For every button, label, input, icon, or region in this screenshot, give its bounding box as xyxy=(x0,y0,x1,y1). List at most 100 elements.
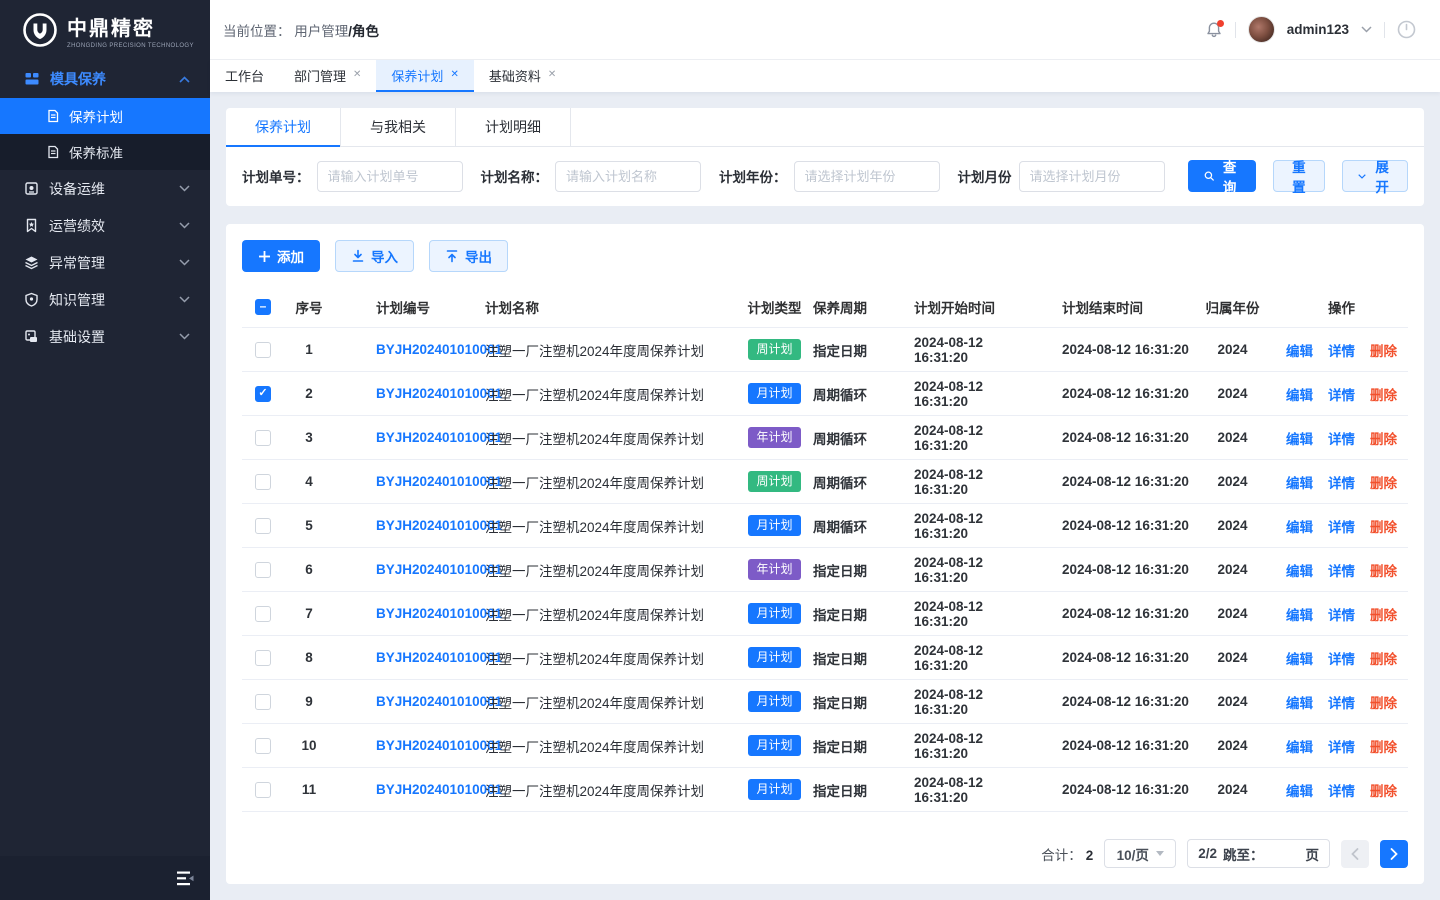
delete-link[interactable]: 删除 xyxy=(1370,472,1397,492)
row-actions: 编辑详情删除 xyxy=(1275,780,1408,800)
edit-link[interactable]: 编辑 xyxy=(1286,560,1313,580)
detail-link[interactable]: 详情 xyxy=(1328,736,1355,756)
plan-code-link[interactable]: BYJH202401010001 xyxy=(376,694,502,709)
delete-link[interactable]: 删除 xyxy=(1370,692,1397,712)
sidebar-items: 设备运维运营绩效异常管理知识管理基础设置 xyxy=(0,170,210,355)
plan-code-link[interactable]: BYJH202401010001 xyxy=(376,474,502,489)
row-checkbox[interactable] xyxy=(255,694,271,710)
prev-page-button[interactable] xyxy=(1341,840,1369,868)
delete-link[interactable]: 删除 xyxy=(1370,648,1397,668)
plan-code-link[interactable]: BYJH202401010001 xyxy=(376,342,502,357)
delete-link[interactable]: 删除 xyxy=(1370,560,1397,580)
row-checkbox[interactable] xyxy=(255,474,271,490)
user-menu-chevron-icon[interactable] xyxy=(1361,26,1372,33)
edit-link[interactable]: 编辑 xyxy=(1286,516,1313,536)
reset-button[interactable]: 重置 xyxy=(1273,160,1326,192)
expand-filters-button[interactable]: 展开 xyxy=(1342,160,1408,192)
search-button[interactable]: 查询 xyxy=(1188,160,1256,192)
detail-link[interactable]: 详情 xyxy=(1328,692,1355,712)
notifications-button[interactable] xyxy=(1205,21,1223,39)
plan-code-link[interactable]: BYJH202401010001 xyxy=(376,738,502,753)
plan-type-badge: 周计划 xyxy=(748,471,800,492)
row-checkbox[interactable] xyxy=(255,606,271,622)
delete-link[interactable]: 删除 xyxy=(1370,604,1397,624)
delete-link[interactable]: 删除 xyxy=(1370,340,1397,360)
detail-link[interactable]: 详情 xyxy=(1328,472,1355,492)
edit-link[interactable]: 编辑 xyxy=(1286,472,1313,492)
edit-link[interactable]: 编辑 xyxy=(1286,648,1313,668)
row-checkbox[interactable]: ✓ xyxy=(255,386,271,402)
detail-link[interactable]: 详情 xyxy=(1328,384,1355,404)
filter-input-1[interactable] xyxy=(317,161,463,192)
row-checkbox[interactable] xyxy=(255,430,271,446)
filter-input-3[interactable] xyxy=(794,161,940,192)
open-tab-4[interactable]: 基础资料✕ xyxy=(474,60,571,92)
edit-link[interactable]: 编辑 xyxy=(1286,780,1313,800)
panel-tab-2[interactable]: 与我相关 xyxy=(341,108,456,146)
plan-code-link[interactable]: BYJH202401010001 xyxy=(376,518,502,533)
sidebar-item-2[interactable]: 运营绩效 xyxy=(0,207,210,244)
next-page-button[interactable] xyxy=(1380,840,1408,868)
edit-link[interactable]: 编辑 xyxy=(1286,604,1313,624)
plan-code-link[interactable]: BYJH202401010001 xyxy=(376,606,502,621)
detail-link[interactable]: 详情 xyxy=(1328,428,1355,448)
collapse-sidebar-icon[interactable] xyxy=(177,871,195,886)
sidebar-group-label: 模具保养 xyxy=(50,69,106,89)
import-button[interactable]: 导入 xyxy=(335,240,414,272)
sidebar-subitem-2[interactable]: 保养标准 xyxy=(0,134,210,170)
detail-link[interactable]: 详情 xyxy=(1328,604,1355,624)
edit-link[interactable]: 编辑 xyxy=(1286,736,1313,756)
filter-input-2[interactable] xyxy=(555,161,701,192)
detail-link[interactable]: 详情 xyxy=(1328,648,1355,668)
close-tab-icon[interactable]: ✕ xyxy=(450,70,458,80)
row-checkbox[interactable] xyxy=(255,342,271,358)
edit-link[interactable]: 编辑 xyxy=(1286,384,1313,404)
delete-link[interactable]: 删除 xyxy=(1370,428,1397,448)
delete-link[interactable]: 删除 xyxy=(1370,384,1397,404)
detail-link[interactable]: 详情 xyxy=(1328,560,1355,580)
detail-link[interactable]: 详情 xyxy=(1328,780,1355,800)
edit-link[interactable]: 编辑 xyxy=(1286,340,1313,360)
open-tab-3[interactable]: 保养计划✕ xyxy=(376,60,473,92)
plan-code-link[interactable]: BYJH202401010001 xyxy=(376,782,502,797)
page-size-select[interactable]: 10/页 xyxy=(1104,839,1176,868)
filter-input-4[interactable] xyxy=(1019,161,1165,192)
delete-link[interactable]: 删除 xyxy=(1370,780,1397,800)
sidebar-subitem-1[interactable]: 保养计划 xyxy=(0,98,210,134)
export-button[interactable]: 导出 xyxy=(429,240,508,272)
detail-link[interactable]: 详情 xyxy=(1328,516,1355,536)
panel-tab-1[interactable]: 保养计划 xyxy=(226,108,341,146)
add-button[interactable]: 添加 xyxy=(242,240,320,272)
close-tab-icon[interactable]: ✕ xyxy=(548,70,556,80)
jump-page-input[interactable] xyxy=(1270,844,1300,864)
sidebar-item-4[interactable]: 知识管理 xyxy=(0,281,210,318)
plan-year: 2024 xyxy=(1190,650,1275,665)
edit-link[interactable]: 编辑 xyxy=(1286,428,1313,448)
user-avatar[interactable] xyxy=(1248,16,1275,43)
delete-link[interactable]: 删除 xyxy=(1370,736,1397,756)
delete-link[interactable]: 删除 xyxy=(1370,516,1397,536)
sidebar-item-5[interactable]: 基础设置 xyxy=(0,318,210,355)
plan-code-link[interactable]: BYJH202401010001 xyxy=(376,562,502,577)
logout-power-icon[interactable] xyxy=(1397,20,1416,39)
select-all-checkbox[interactable]: – xyxy=(255,299,271,315)
sidebar-item-3[interactable]: 异常管理 xyxy=(0,244,210,281)
sidebar-group-mold-maintenance[interactable]: 模具保养 xyxy=(0,60,210,98)
row-checkbox[interactable] xyxy=(255,518,271,534)
row-checkbox[interactable] xyxy=(255,562,271,578)
plan-code-link[interactable]: BYJH202401010001 xyxy=(376,650,502,665)
open-tab-1[interactable]: 工作台 xyxy=(210,60,279,92)
plus-icon xyxy=(258,250,271,263)
start-time: 2024-08-12 16:31:20 xyxy=(890,511,1038,541)
row-checkbox[interactable] xyxy=(255,650,271,666)
plan-code-link[interactable]: BYJH202401010001 xyxy=(376,430,502,445)
row-checkbox[interactable] xyxy=(255,782,271,798)
open-tab-2[interactable]: 部门管理✕ xyxy=(279,60,376,92)
plan-code-link[interactable]: BYJH202401010001 xyxy=(376,386,502,401)
close-tab-icon[interactable]: ✕ xyxy=(353,70,361,80)
row-checkbox[interactable] xyxy=(255,738,271,754)
sidebar-item-1[interactable]: 设备运维 xyxy=(0,170,210,207)
detail-link[interactable]: 详情 xyxy=(1328,340,1355,360)
edit-link[interactable]: 编辑 xyxy=(1286,692,1313,712)
panel-tab-3[interactable]: 计划明细 xyxy=(456,108,571,146)
